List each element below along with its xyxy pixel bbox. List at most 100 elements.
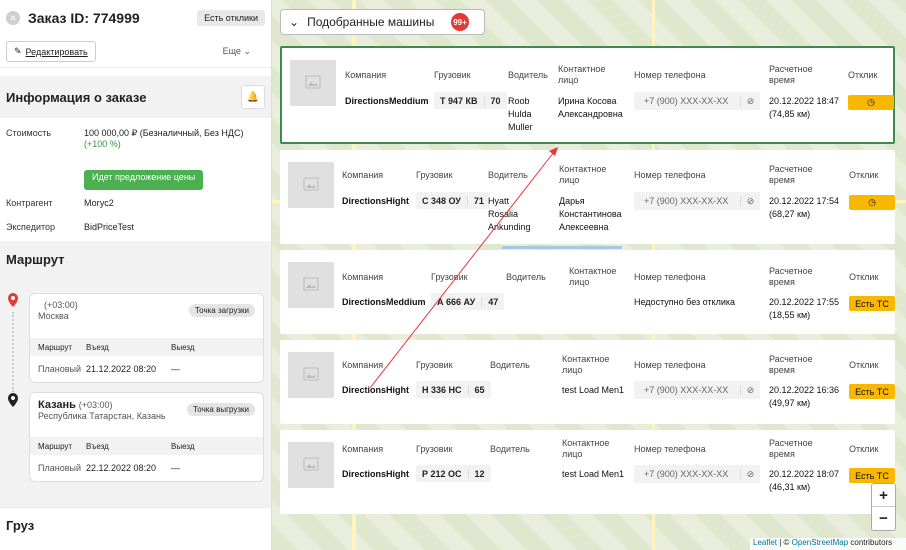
driver-header: Водитель <box>488 170 528 180</box>
company-name: DirectionsHight <box>342 469 410 479</box>
driver-header: Водитель <box>490 360 530 370</box>
point-timezone: (+03:00) <box>78 400 113 410</box>
cost-percent: (+100 %) <box>84 139 121 149</box>
phone-header: Номер телефона <box>634 272 706 282</box>
zoom-in-button[interactable]: + <box>872 484 895 507</box>
phone-cell: +7 (900) XXX-XX-XX ⊘ <box>634 92 760 110</box>
phone-cell: +7 (900) XXX-XX-XX ⊘ <box>634 192 760 210</box>
counterparty-value: Могус2 <box>84 198 114 208</box>
entry-time: 22.12.2022 08:20 <box>86 463 157 473</box>
company-name: DirectionsMeddium <box>342 297 426 307</box>
phone-header: Номер телефона <box>634 170 706 180</box>
order-info-title: Информация о заказе <box>6 89 147 105</box>
license-plate: С 348 ОУ 71 <box>416 192 490 209</box>
phone-number: +7 (900) XXX-XX-XX <box>644 96 729 106</box>
map-attribution: Leaflet | © OpenStreetMap contributors <box>750 538 906 550</box>
edit-button[interactable]: ✎ Редактировать <box>6 41 96 62</box>
chevron-down-icon: ⌄ <box>289 15 300 29</box>
response-cell: ◷ <box>849 195 895 210</box>
vehicle-card[interactable]: Компания Грузовик Водитель Контактное ли… <box>280 46 895 144</box>
cost-label: Стоимость <box>6 128 52 138</box>
responses-button[interactable]: Есть отклики <box>197 10 265 26</box>
eye-off-icon[interactable]: ⊘ <box>740 384 760 396</box>
order-panel: ✕ Заказ ID: 774999 Есть отклики ✎ Редакт… <box>0 0 272 550</box>
masked-phone[interactable]: +7 (900) XXX-XX-XX ⊘ <box>634 465 760 483</box>
point-type-tag: Точка выгрузки <box>187 403 255 416</box>
route-point-card: (+03:00) Москва Точка загрузки Маршрут Въ… <box>29 293 264 383</box>
truck-header: Грузовик <box>416 170 453 180</box>
contact-header: Контактное лицо <box>562 438 610 459</box>
response-cell: Есть ТС <box>849 296 895 311</box>
more-dropdown[interactable]: Еще ⌄ <box>223 46 251 57</box>
order-title: Заказ ID: 774999 <box>28 10 140 26</box>
eta-date: 20.12.2022 18:07 <box>769 469 840 479</box>
plate-region: 47 <box>481 296 504 307</box>
phone-number: +7 (900) XXX-XX-XX <box>644 385 729 395</box>
vehicle-available-badge[interactable]: Есть ТС <box>849 296 895 311</box>
eye-off-icon[interactable]: ⊘ <box>740 468 760 480</box>
truck-header: Грузовик <box>416 444 453 454</box>
vehicle-card[interactable]: Компания Грузовик Водитель Контактное ли… <box>280 250 895 334</box>
truck-header: Грузовик <box>431 272 468 282</box>
driver-header: Водитель <box>508 70 548 80</box>
attribution-tail: contributors <box>848 538 893 547</box>
eta-header: Расчетное время <box>769 266 813 287</box>
vehicle-card[interactable]: Компания Грузовик Водитель Контактное ли… <box>280 430 895 514</box>
vehicle-card[interactable]: Компания Грузовик Водитель Контактное ли… <box>280 340 895 424</box>
entry-time: 21.12.2022 08:20 <box>86 364 157 374</box>
eta-distance: (74,85 км) <box>769 109 811 119</box>
leaflet-link[interactable]: Leaflet <box>753 538 777 547</box>
response-header: Отклик <box>849 170 879 180</box>
close-icon[interactable]: ✕ <box>6 11 20 25</box>
map-river <box>502 246 622 249</box>
osm-link[interactable]: OpenStreetMap <box>792 538 848 547</box>
vehicle-available-badge[interactable]: Есть ТС <box>849 384 895 399</box>
eye-off-icon[interactable]: ⊘ <box>740 95 760 107</box>
image-icon <box>303 276 319 295</box>
masked-phone[interactable]: +7 (900) XXX-XX-XX ⊘ <box>634 192 760 210</box>
truck-header: Грузовик <box>416 360 453 370</box>
plate-number: С 348 ОУ <box>422 195 461 206</box>
response-status[interactable]: ◷ <box>848 95 894 110</box>
contact-name: Ирина Косова Александровна <box>558 96 623 119</box>
edit-bar: ✎ Редактировать Еще ⌄ <box>0 36 271 68</box>
location-pin-black-icon <box>8 393 18 407</box>
contact-name: Дарья Константинова Алексеевна <box>559 196 622 232</box>
vehicle-card[interactable]: Компания Грузовик Водитель Контактное ли… <box>280 150 895 244</box>
response-header: Отклик <box>849 360 879 370</box>
attribution-separator: | © <box>777 538 792 547</box>
response-status[interactable]: ◷ <box>849 195 895 210</box>
response-header: Отклик <box>849 272 879 282</box>
eta-header: Расчетное время <box>769 354 813 375</box>
phone-cell: +7 (900) XXX-XX-XX ⊘ <box>634 465 760 483</box>
zoom-out-button[interactable]: − <box>872 507 895 530</box>
masked-phone[interactable]: +7 (900) XXX-XX-XX ⊘ <box>634 381 760 399</box>
col-route: Маршрут <box>38 441 73 451</box>
company-header: Компания <box>342 444 384 454</box>
company-header: Компания <box>342 360 384 370</box>
col-exit: Выезд <box>171 441 195 451</box>
phone-unavailable: Недоступно без отклика <box>634 297 736 307</box>
vehicle-available-badge[interactable]: Есть ТС <box>849 468 895 483</box>
masked-phone[interactable]: +7 (900) XXX-XX-XX ⊘ <box>634 92 760 110</box>
truck-header: Грузовик <box>434 70 471 80</box>
eta-date: 20.12.2022 17:54 <box>769 196 840 206</box>
matched-vehicles-label: Подобранные машины <box>307 15 435 29</box>
bell-icon[interactable]: 🔔 <box>241 85 265 109</box>
driver-header: Водитель <box>506 272 546 282</box>
driver-name: Hyatt Rosalia Ankunding <box>488 196 531 232</box>
contact-header: Контактное лицо <box>562 354 610 375</box>
contact-header: Контактное лицо <box>558 64 606 85</box>
eta-date: 20.12.2022 16:36 <box>769 385 840 395</box>
point-city: Казань <box>38 399 76 411</box>
cost-value: 100 000,00 ₽ (Безналичный, Без НДС) <box>84 128 244 138</box>
clock-icon: ◷ <box>867 97 875 107</box>
eye-off-icon[interactable]: ⊘ <box>740 195 760 207</box>
plate-region: 71 <box>466 195 490 206</box>
plate-number: Р 212 ОС <box>422 468 462 479</box>
response-header: Отклик <box>849 444 879 454</box>
phone-number: +7 (900) XXX-XX-XX <box>644 469 729 479</box>
license-plate: Р 212 ОС 12 <box>416 465 491 482</box>
company-name: DirectionsMeddium <box>345 96 429 106</box>
phone-header: Номер телефона <box>634 360 706 370</box>
